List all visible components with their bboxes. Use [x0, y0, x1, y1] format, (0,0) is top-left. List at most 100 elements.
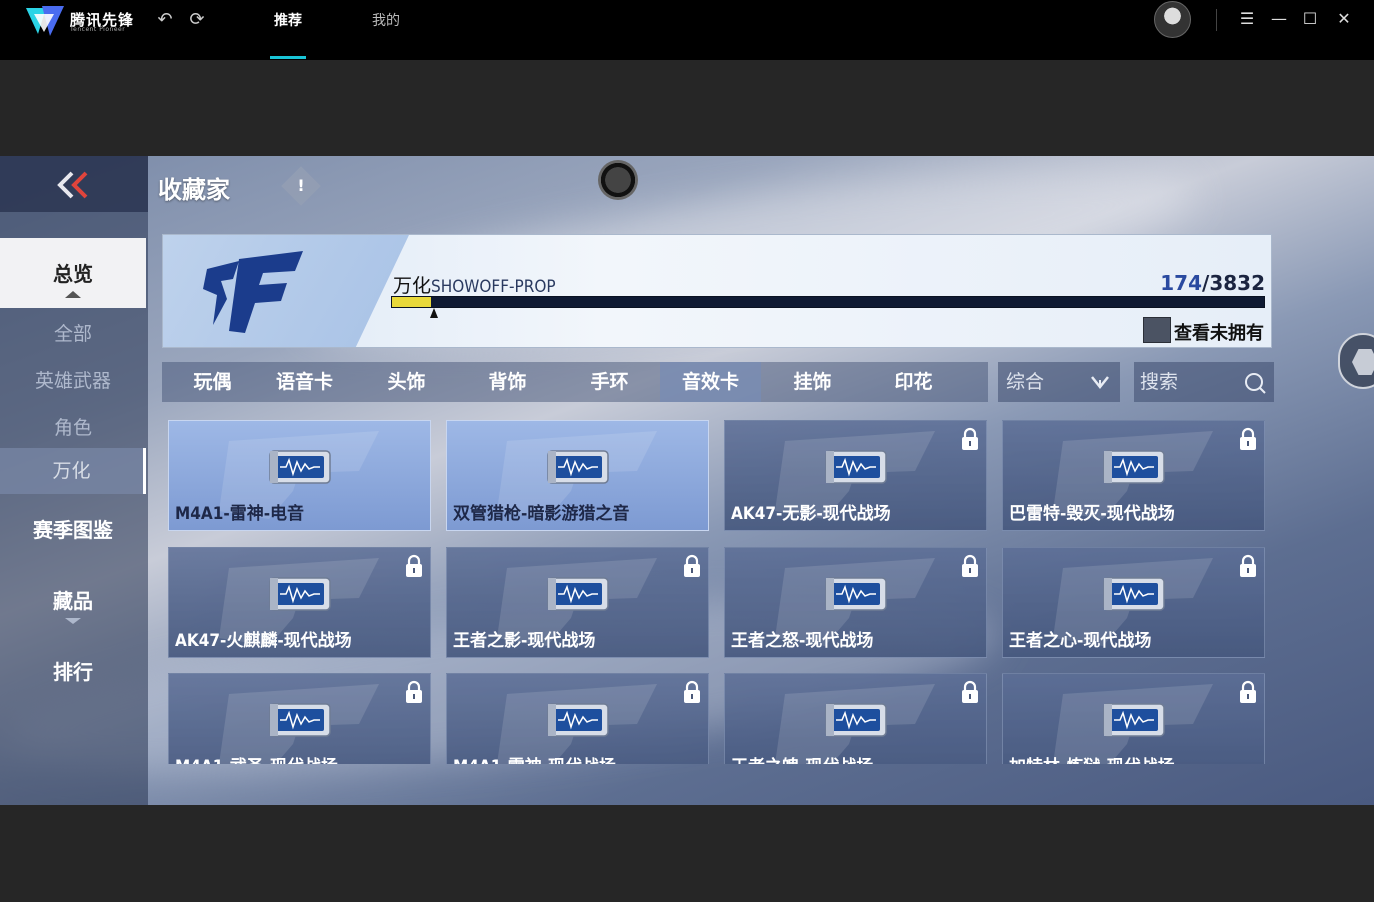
floating-assist-button[interactable]	[598, 160, 638, 200]
sound-card-item[interactable]: 王者之影-现代战场	[446, 547, 709, 658]
sound-card-thumbnail-icon	[825, 450, 887, 484]
sound-card-name: 王者之影-现代战场	[453, 631, 596, 651]
sound-card-item[interactable]: 王者之魄-现代战场	[724, 673, 987, 764]
sound-card-name: 王者之魄-现代战场	[731, 752, 873, 764]
category-tabs: 玩偶 语音卡 头饰 背饰 手环 音效卡 挂饰 印花	[162, 362, 988, 402]
banner-label: 万化SHOWOFF-PROP	[393, 271, 556, 298]
refresh-icon[interactable]: ⟳	[187, 10, 207, 30]
sidebar-item-hero-weapons[interactable]: 英雄武器	[0, 363, 146, 399]
tab-mine[interactable]: 我的	[372, 10, 400, 30]
lock-icon	[962, 680, 978, 703]
maximize-icon[interactable]: ☐	[1300, 9, 1320, 29]
owned-count: 174	[1160, 271, 1203, 295]
lock-icon	[962, 427, 978, 450]
side-drawer-handle[interactable]	[1338, 333, 1374, 389]
progress-marker-icon	[430, 308, 438, 318]
lock-icon	[1240, 554, 1256, 577]
sound-card-name: M4A1-雷神-现代战场	[453, 752, 616, 764]
tab-recommend[interactable]: 推荐	[274, 10, 302, 30]
sound-card-thumbnail-icon	[547, 577, 609, 611]
lock-icon	[684, 680, 700, 703]
sound-card-item[interactable]: 加特林-炼狱-现代战场	[1002, 673, 1265, 764]
sound-card-item[interactable]: 王者之心-现代战场	[1002, 547, 1265, 658]
tab-voice-cards[interactable]: 语音卡	[254, 362, 355, 402]
show-unowned-checkbox[interactable]	[1143, 317, 1171, 343]
search-icon[interactable]	[1244, 372, 1266, 394]
lock-icon	[684, 554, 700, 577]
page-title: 收藏家	[158, 176, 230, 204]
cf-logo-icon	[203, 251, 303, 333]
sound-card-name: 王者之心-现代战场	[1009, 631, 1152, 651]
banner-label-cn: 万化	[393, 275, 432, 297]
sound-card-item[interactable]: 巴雷特-毁灭-现代战场	[1002, 420, 1265, 531]
sidebar-item-label: 总览	[53, 262, 93, 286]
sort-selected: 综合	[1006, 371, 1045, 393]
tab-dolls[interactable]: 玩偶	[162, 362, 263, 402]
expand-caret-icon	[65, 618, 81, 624]
menu-icon[interactable]: ☰	[1237, 9, 1257, 29]
back-chevron-icon	[57, 171, 88, 199]
banner-label-en: SHOWOFF-PROP	[431, 277, 556, 297]
info-glyph: !	[297, 176, 305, 195]
sound-card-name: AK47-无影-现代战场	[731, 504, 891, 524]
collection-progress-bar	[391, 296, 1265, 308]
sound-card-item[interactable]: M4A1-雷神-现代战场	[446, 673, 709, 764]
sound-card-item[interactable]: M4A1-雷神-电音	[168, 420, 431, 531]
sidebar-item-characters[interactable]: 角色	[0, 410, 146, 446]
tab-pendants[interactable]: 挂饰	[762, 362, 863, 402]
app-title-bar: 腾讯先锋 Tencent Pioneer ↶ ⟳ 推荐 我的 ☰ — ☐ ✕	[0, 0, 1374, 60]
active-tab-indicator	[270, 56, 306, 59]
letterbox-top	[0, 60, 1374, 156]
sound-card-name: AK47-火麒麟-现代战场	[175, 631, 352, 651]
total-count: 3832	[1209, 271, 1265, 295]
sound-card-item[interactable]: 双管猎枪-暗影游猎之音	[446, 420, 709, 531]
minimize-icon[interactable]: —	[1269, 9, 1289, 29]
tab-back-accessories[interactable]: 背饰	[457, 362, 558, 402]
sidebar-item-all[interactable]: 全部	[0, 316, 146, 352]
sound-card-item[interactable]: AK47-无影-现代战场	[724, 420, 987, 531]
sound-card-thumbnail-icon	[1103, 577, 1165, 611]
sound-card-thumbnail-icon	[269, 577, 331, 611]
sound-card-thumbnail-icon	[1103, 703, 1165, 737]
sidebar-item-overview[interactable]: 总览	[0, 238, 146, 308]
sound-card-grid: M4A1-雷神-电音 双管猎枪-暗影游猎之音 AK47-无影-现代战场 巴雷特-毁灭-…	[168, 420, 1268, 764]
app-subtitle: Tencent Pioneer	[70, 26, 126, 33]
sidebar-item-season-atlas[interactable]: 赛季图鉴	[0, 512, 146, 548]
search-input[interactable]: 搜索	[1134, 362, 1274, 402]
back-button[interactable]	[0, 156, 148, 212]
lock-icon	[962, 554, 978, 577]
game-viewport: 总览 全部 英雄武器 角色 万化 赛季图鉴 藏品 排行 收藏家 ! 万化SHOW…	[0, 156, 1374, 805]
show-unowned-label[interactable]: 查看未拥有	[1174, 319, 1264, 345]
collapse-caret-icon	[65, 291, 81, 298]
sidebar-item-collectibles[interactable]: 藏品	[0, 584, 146, 630]
lock-icon	[1240, 680, 1256, 703]
sound-card-item[interactable]: 王者之怒-现代战场	[724, 547, 987, 658]
tab-headwear[interactable]: 头饰	[356, 362, 457, 402]
sound-card-item[interactable]: AK47-火麒麟-现代战场	[168, 547, 431, 658]
tab-bracelets[interactable]: 手环	[559, 362, 660, 402]
sound-card-thumbnail-icon	[1103, 450, 1165, 484]
sidebar-item-ranking[interactable]: 排行	[0, 654, 146, 690]
user-avatar[interactable]	[1154, 1, 1191, 38]
sound-card-item[interactable]: M4A1-武圣-现代战场	[168, 673, 431, 764]
sound-card-thumbnail-icon	[547, 703, 609, 737]
sort-dropdown[interactable]: 综合	[998, 362, 1120, 402]
sound-card-name: 加特林-炼狱-现代战场	[1009, 752, 1175, 764]
tab-stickers[interactable]: 印花	[863, 362, 964, 402]
close-icon[interactable]: ✕	[1334, 9, 1354, 29]
lock-icon	[406, 554, 422, 577]
info-icon[interactable]: !	[281, 166, 321, 206]
tab-sound-cards[interactable]: 音效卡	[660, 362, 761, 402]
collection-progress-banner: 万化SHOWOFF-PROP 174/3832 查看未拥有	[162, 234, 1272, 348]
collection-count: 174/3832	[1160, 271, 1265, 295]
undo-icon[interactable]: ↶	[155, 10, 175, 30]
sidebar-item-showoff[interactable]: 万化	[0, 448, 146, 494]
sound-card-name: 双管猎枪-暗影游猎之音	[453, 504, 630, 524]
sound-card-thumbnail-icon	[825, 577, 887, 611]
sound-card-name: M4A1-武圣-现代战场	[175, 752, 338, 764]
sound-card-thumbnail-icon	[825, 703, 887, 737]
sound-card-name: 王者之怒-现代战场	[731, 631, 874, 651]
lock-icon	[1240, 427, 1256, 450]
sound-card-name: 巴雷特-毁灭-现代战场	[1009, 504, 1175, 524]
title-bar-divider	[1216, 9, 1217, 31]
